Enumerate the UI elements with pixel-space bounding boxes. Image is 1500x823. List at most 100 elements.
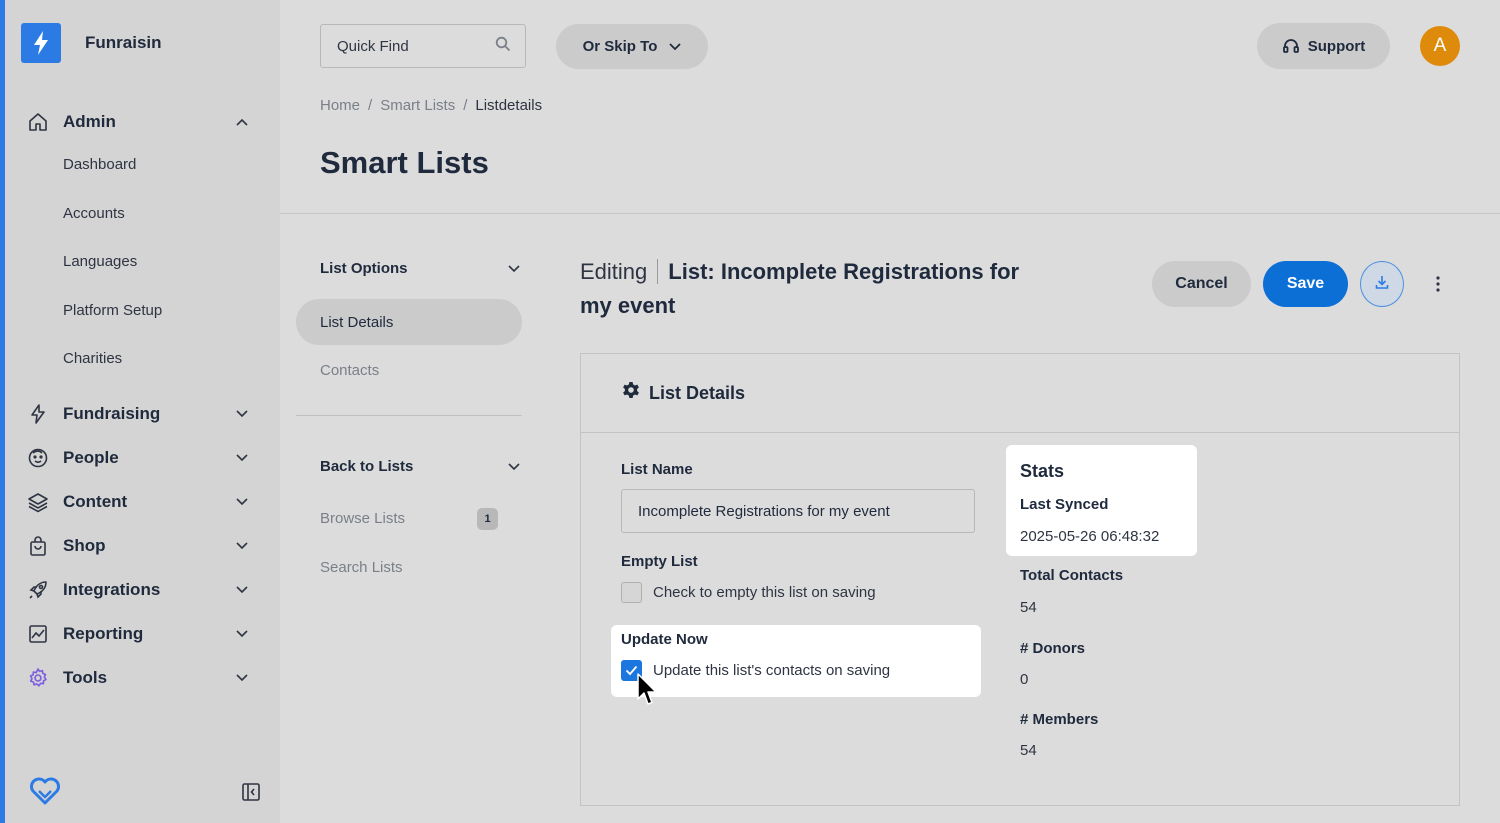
heart-logo-icon[interactable] <box>29 776 61 806</box>
stats-title: Stats <box>1020 461 1065 481</box>
collapse-sidebar-icon[interactable] <box>241 782 261 802</box>
sidebar-item-integrations[interactable]: Integrations <box>27 576 257 604</box>
chevron-up-icon <box>235 115 249 129</box>
headset-icon <box>1282 37 1300 55</box>
back-to-lists-toggle[interactable]: Back to Lists <box>320 458 520 475</box>
chart-icon <box>27 623 49 645</box>
menu-item-list-details[interactable]: List Details <box>296 299 522 345</box>
last-synced-value: 2025-05-26 06:48:32 <box>1020 528 1160 545</box>
menu-divider <box>296 415 522 416</box>
layers-icon <box>27 491 49 513</box>
sidebar-subitem-charities[interactable]: Charities <box>63 350 122 367</box>
sidebar-item-content[interactable]: Content <box>27 488 257 516</box>
more-options-icon[interactable] <box>1428 273 1448 295</box>
shopping-bag-icon <box>27 535 49 557</box>
brand[interactable]: Funraisin <box>21 23 162 63</box>
sidebar-item-tools[interactable]: Tools <box>27 664 257 692</box>
sidebar-item-label: Tools <box>63 668 108 687</box>
lightning-logo-icon <box>21 23 61 63</box>
sidebar-item-label: Shop <box>63 536 106 555</box>
menu-item-browse-lists[interactable]: Browse Lists <box>320 510 405 527</box>
lightning-icon <box>27 403 49 425</box>
download-icon <box>1374 274 1390 295</box>
header-divider <box>280 213 1500 214</box>
list-details-panel: List Details List Name Empty List Check … <box>580 353 1460 806</box>
support-button[interactable]: Support <box>1257 23 1390 69</box>
sidebar-item-label: Fundraising <box>63 404 161 423</box>
list-name-input[interactable] <box>621 489 975 533</box>
sidebar-item-label: Admin <box>63 112 116 131</box>
list-options-toggle[interactable]: List Options <box>320 260 520 277</box>
sidebar-item-people[interactable]: People <box>27 444 257 472</box>
update-now-label: Update Now <box>621 631 708 648</box>
back-to-lists-title: Back to Lists <box>320 458 414 475</box>
sidebar-subitem-languages[interactable]: Languages <box>63 253 137 270</box>
last-synced-label: Last Synced <box>1020 496 1109 513</box>
total-contacts-label: Total Contacts <box>1020 567 1124 584</box>
breadcrumb-smart-lists[interactable]: Smart Lists <box>380 97 455 114</box>
panel-header: List Details <box>581 354 1459 433</box>
members-value: 54 <box>1020 742 1037 759</box>
sidebar-item-reporting[interactable]: Reporting <box>27 620 257 648</box>
sidebar-subitem-platform-setup[interactable]: Platform Setup <box>63 302 162 319</box>
user-avatar[interactable]: A <box>1420 26 1460 66</box>
support-label: Support <box>1307 37 1366 55</box>
chevron-down-icon <box>235 583 249 597</box>
sidebar-subitem-dashboard[interactable]: Dashboard <box>63 156 136 173</box>
breadcrumb-current: Listdetails <box>475 97 543 114</box>
editing-label: Editing <box>580 259 659 284</box>
sidebar: Funraisin Admin Dashboard Accounts Langu… <box>0 0 280 823</box>
menu-item-search-lists[interactable]: Search Lists <box>320 559 403 576</box>
sidebar-item-label: Reporting <box>63 624 144 643</box>
chevron-down-icon <box>669 38 681 55</box>
sidebar-item-fundraising[interactable]: Fundraising <box>27 400 257 428</box>
face-icon <box>27 447 49 469</box>
save-button[interactable]: Save <box>1263 261 1348 307</box>
quick-find-field[interactable] <box>320 24 526 68</box>
panel-title: List Details <box>649 382 746 403</box>
chevron-down-icon <box>235 539 249 553</box>
brand-name: Funraisin <box>85 33 162 52</box>
update-now-checkbox-label: Update this list's contacts on saving <box>653 662 891 679</box>
donors-label: # Donors <box>1020 640 1086 657</box>
skip-to-label: Or Skip To <box>582 38 658 55</box>
donors-value: 0 <box>1020 671 1029 688</box>
download-button[interactable] <box>1360 261 1404 307</box>
page-title: Smart Lists <box>320 145 489 180</box>
menu-item-contacts[interactable]: Contacts <box>320 362 379 379</box>
cancel-button[interactable]: Cancel <box>1152 261 1251 307</box>
empty-list-checkbox-label: Check to empty this list on saving <box>653 584 876 601</box>
gear-icon <box>621 381 641 406</box>
sidebar-item-label: Content <box>63 492 128 511</box>
chevron-down-icon <box>235 627 249 641</box>
mouse-cursor-icon <box>636 673 658 707</box>
empty-list-label: Empty List <box>621 553 698 570</box>
empty-list-checkbox[interactable] <box>621 582 642 603</box>
chevron-down-icon <box>235 451 249 465</box>
chevron-down-icon <box>508 260 520 277</box>
list-name-label: List Name <box>621 461 693 478</box>
chevron-down-icon <box>235 407 249 421</box>
rocket-icon <box>27 579 49 601</box>
gear-icon <box>27 667 49 689</box>
chevron-down-icon <box>508 458 520 475</box>
update-now-option[interactable]: Update this list's contacts on saving <box>621 660 890 681</box>
sidebar-subitem-accounts[interactable]: Accounts <box>63 205 125 222</box>
members-label: # Members <box>1020 711 1099 728</box>
chevron-down-icon <box>235 495 249 509</box>
sidebar-item-label: People <box>63 448 119 467</box>
breadcrumb-separator: / <box>463 97 468 114</box>
sidebar-item-admin[interactable]: Admin <box>27 108 257 136</box>
sidebar-item-shop[interactable]: Shop <box>27 532 257 560</box>
skip-to-dropdown[interactable]: Or Skip To <box>556 24 708 69</box>
breadcrumb: Home / Smart Lists / Listdetails <box>320 97 542 114</box>
quick-find-input[interactable] <box>337 37 495 55</box>
breadcrumb-home[interactable]: Home <box>320 97 360 114</box>
chevron-down-icon <box>235 671 249 685</box>
search-icon[interactable] <box>495 36 511 57</box>
browse-count-badge: 1 <box>477 508 498 530</box>
editing-heading: Editing List: Incomplete Registrations fo… <box>580 256 1020 324</box>
total-contacts-value: 54 <box>1020 599 1037 616</box>
breadcrumb-separator: / <box>368 97 373 114</box>
empty-list-option[interactable]: Check to empty this list on saving <box>621 582 876 603</box>
